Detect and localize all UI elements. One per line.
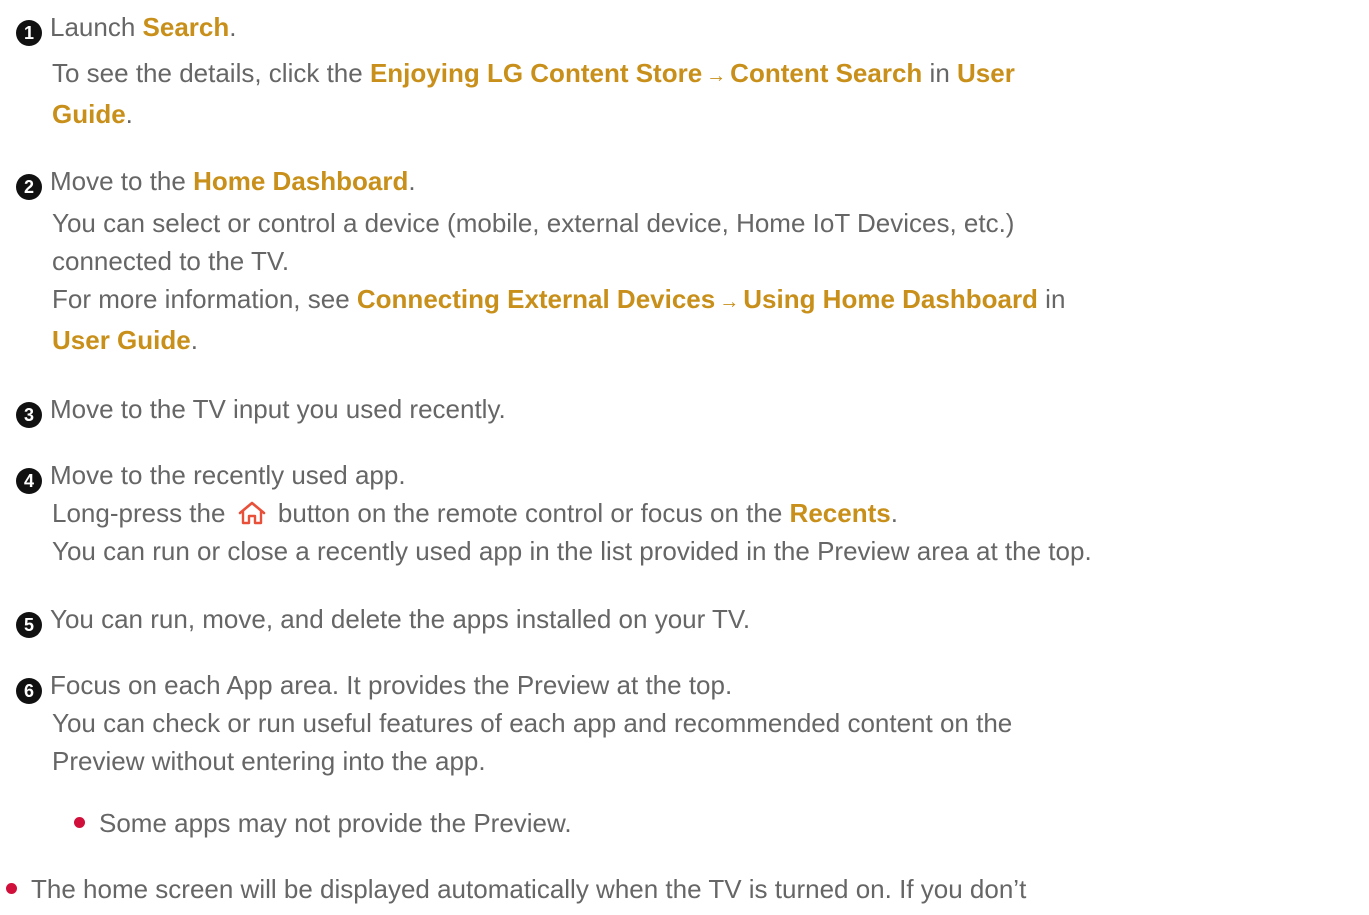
user-guide-link[interactable]: User Guide: [52, 325, 191, 355]
punctuation: .: [890, 498, 898, 528]
punctuation: .: [125, 99, 133, 129]
step-text: You can run or close a recently used app…: [52, 536, 1092, 566]
step-5: 5 You can run, move, and delete the apps …: [16, 600, 1349, 638]
punctuation: .: [229, 12, 237, 42]
bullet-dot-icon: [6, 883, 17, 894]
step-text: button on the remote control or focus on…: [270, 498, 790, 528]
content-search-link[interactable]: Content Search: [730, 58, 922, 88]
step-text: You can run, move, and delete the apps i…: [50, 604, 751, 634]
step-6: 6 Focus on each App area. It provides the…: [16, 666, 1349, 842]
sub-bullet-item: Some apps may not provide the Preview.: [16, 804, 1349, 842]
step-text: in: [922, 58, 958, 88]
punctuation: .: [190, 325, 198, 355]
using-home-dashboard-link[interactable]: Using Home Dashboard: [743, 284, 1038, 314]
step-number-badge: 1: [16, 20, 42, 46]
user-guide-page: 1 Launch Search. To see the details, clic…: [0, 0, 1369, 915]
note-text: The home screen will be displayed automa…: [31, 874, 1027, 904]
step-text: You can select or control a device (mobi…: [52, 208, 1015, 238]
sub-bullet-text: Some apps may not provide the Preview.: [99, 808, 572, 838]
note-bullet: The home screen will be displayed automa…: [6, 870, 1349, 908]
user-guide-link[interactable]: User: [957, 58, 1015, 88]
punctuation: .: [408, 166, 416, 196]
home-dashboard-link[interactable]: Home Dashboard: [193, 166, 408, 196]
bullet-dot-icon: [74, 817, 85, 828]
user-guide-link[interactable]: Guide: [52, 99, 126, 129]
step-1: 1 Launch Search. To see the details, clic…: [16, 8, 1349, 133]
recents-link[interactable]: Recents: [790, 498, 891, 528]
step-text: in: [1037, 284, 1066, 314]
home-icon: [238, 501, 265, 525]
step-text: Move to the: [50, 166, 194, 196]
step-number-badge: 2: [16, 174, 42, 200]
right-arrow-icon: →: [719, 291, 740, 313]
step-text: Launch: [50, 12, 143, 42]
step-text: To see the details, click the: [52, 58, 370, 88]
step-4: 4 Move to the recently used app. Long-pre…: [16, 456, 1349, 570]
enjoying-lg-content-store-link[interactable]: Enjoying LG Content Store: [370, 58, 702, 88]
step-text: Move to the TV input you used recently.: [50, 394, 506, 424]
connecting-external-devices-link[interactable]: Connecting External Devices: [357, 284, 715, 314]
step-text: You can check or run useful features of …: [52, 708, 1013, 738]
step-number-badge: 6: [16, 678, 42, 704]
right-arrow-icon: →: [706, 65, 727, 87]
step-text: Move to the recently used app.: [50, 460, 406, 490]
step-text: Preview without entering into the app.: [52, 746, 486, 776]
step-number-badge: 4: [16, 468, 42, 494]
step-text: connected to the TV.: [52, 246, 290, 276]
step-text: Focus on each App area. It provides the …: [50, 670, 733, 700]
step-text: For more information, see: [52, 284, 357, 314]
step-number-badge: 3: [16, 402, 42, 428]
step-text: Long-press the: [52, 498, 233, 528]
step-number-badge: 5: [16, 612, 42, 638]
search-link[interactable]: Search: [143, 12, 230, 42]
step-2: 2 Move to the Home Dashboard. You can sel…: [16, 162, 1349, 359]
step-3: 3 Move to the TV input you used recently.: [16, 390, 1349, 428]
